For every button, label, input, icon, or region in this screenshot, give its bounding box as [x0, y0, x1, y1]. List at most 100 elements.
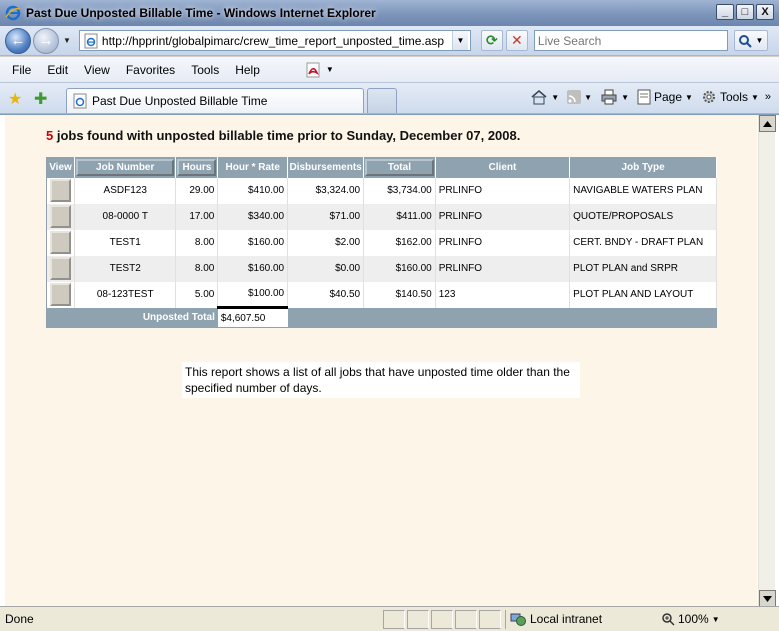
page-dropdown-icon: ▼	[685, 92, 693, 102]
print-button[interactable]: ▼	[598, 89, 631, 105]
search-button[interactable]: ▼	[733, 30, 768, 51]
col-job-type: Job Type	[569, 157, 717, 178]
job-number: 08-0000 T	[74, 203, 177, 230]
arrow-up-icon	[763, 120, 772, 127]
status-pane	[479, 609, 501, 629]
client: PRLINFO	[435, 203, 571, 230]
address-bar[interactable]: ▼	[78, 30, 471, 51]
feeds-button[interactable]: ▼	[565, 90, 594, 104]
view-cell	[46, 281, 75, 308]
hours: 29.00	[175, 177, 219, 204]
sort-total[interactable]: Total	[365, 159, 434, 177]
unposted-total-value: $4,607.50	[217, 306, 288, 328]
address-input[interactable]	[101, 33, 452, 48]
headline-text: jobs found with unposted billable time p…	[53, 128, 521, 143]
menu-favorites[interactable]: Favorites	[118, 63, 183, 77]
zoom-magnifier-icon	[662, 613, 675, 626]
menu-tools[interactable]: Tools	[183, 63, 227, 77]
add-favorite-icon[interactable]: ✚	[34, 89, 47, 109]
job-type: QUOTE/PROPOSALS	[569, 203, 717, 230]
tools-menu-button[interactable]: Tools ▼	[699, 89, 761, 105]
hours: 8.00	[175, 229, 219, 256]
report-headline: 5 jobs found with unposted billable time…	[46, 128, 520, 143]
job-type: NAVIGABLE WATERS PLAN	[569, 177, 717, 204]
tabs-bar: ★ ✚ Past Due Unposted Billable Time ▼ ▼	[0, 83, 779, 114]
arrow-down-icon	[763, 595, 772, 602]
disbursements: $2.00	[287, 229, 365, 256]
scroll-down-button[interactable]	[759, 590, 776, 607]
view-cell	[46, 255, 75, 282]
view-job-button[interactable]	[50, 257, 71, 280]
menu-help[interactable]: Help	[227, 63, 268, 77]
window-title: Past Due Unposted Billable Time - Window…	[26, 6, 376, 20]
back-button[interactable]: ←	[5, 27, 31, 54]
hour-rate: $160.00	[217, 229, 289, 256]
total: $3,734.00	[363, 177, 436, 204]
forward-arrow-icon: →	[38, 31, 54, 49]
menu-bar: File Edit View Favorites Tools Help ▼	[0, 57, 779, 83]
forward-button[interactable]: →	[33, 27, 59, 54]
scroll-up-button[interactable]	[759, 115, 776, 132]
home-icon	[531, 90, 547, 105]
close-button[interactable]: X	[756, 4, 774, 20]
internet-explorer-icon	[5, 5, 21, 21]
search-input[interactable]	[534, 31, 727, 50]
refresh-button[interactable]: ⟳	[480, 30, 503, 51]
tab-current[interactable]: Past Due Unposted Billable Time	[66, 88, 364, 113]
hour-rate: $340.00	[217, 203, 289, 230]
view-job-button[interactable]	[50, 283, 71, 306]
history-dropdown-icon[interactable]: ▼	[63, 36, 71, 45]
zoom-level: 100%	[678, 612, 709, 626]
back-arrow-icon: ←	[10, 31, 26, 49]
page-ie-icon	[84, 33, 98, 48]
tools-menu-label: Tools	[719, 90, 748, 104]
disbursements: $0.00	[287, 255, 365, 282]
status-pane	[431, 609, 453, 629]
col-hours[interactable]: Hours	[175, 157, 219, 178]
sort-job-number[interactable]: Job Number	[76, 159, 175, 177]
view-job-button[interactable]	[50, 231, 71, 254]
pdf-convert-button[interactable]: ▼	[304, 61, 334, 79]
minimize-button[interactable]: _	[716, 4, 734, 20]
favorites-star-icon[interactable]: ★	[8, 89, 22, 109]
home-button[interactable]: ▼	[528, 89, 561, 105]
command-bar: ▼ ▼ ▼ Page ▼ Tools ▼ »	[528, 89, 771, 105]
search-box[interactable]	[533, 30, 728, 51]
magnifier-icon	[739, 34, 753, 48]
hour-rate: $100.00	[217, 281, 289, 308]
client: PRLINFO	[435, 177, 571, 204]
window-title-bar: Past Due Unposted Billable Time - Window…	[0, 0, 779, 26]
job-type: CERT. BNDY - DRAFT PLAN	[569, 229, 717, 256]
zoom-control[interactable]: 100% ▼	[661, 612, 720, 626]
view-cell	[46, 203, 75, 230]
address-toolbar: ← → ▼ ▼ ⟳ ✕ ▼	[0, 26, 779, 56]
status-pane	[455, 609, 477, 629]
menu-view[interactable]: View	[76, 63, 118, 77]
job-number: 08-123TEST	[74, 281, 177, 308]
job-number: ASDF123	[74, 177, 177, 204]
col-disbursements: Disbursements	[287, 157, 365, 178]
chevron-more-icon[interactable]: »	[765, 91, 771, 103]
hour-rate: $410.00	[217, 177, 289, 204]
maximize-button[interactable]: □	[736, 4, 754, 20]
vertical-scrollbar[interactable]	[758, 115, 776, 607]
page-menu-label: Page	[653, 90, 683, 104]
page-menu-button[interactable]: Page ▼	[635, 89, 695, 105]
disbursements: $40.50	[287, 281, 365, 308]
job-type: PLOT PLAN and SRPR	[569, 255, 717, 282]
col-job-number[interactable]: Job Number	[74, 157, 177, 178]
new-tab-button[interactable]	[367, 88, 397, 113]
menu-edit[interactable]: Edit	[39, 63, 76, 77]
view-job-button[interactable]	[50, 205, 71, 228]
stop-button[interactable]: ✕	[505, 30, 528, 51]
unposted-time-table: View Job Number Hours Hour * Rate Disbur…	[46, 157, 717, 328]
menu-file[interactable]: File	[4, 63, 39, 77]
security-zone[interactable]: Local intranet	[505, 609, 655, 629]
hour-rate: $160.00	[217, 255, 289, 282]
col-client: Client	[435, 157, 571, 178]
col-total[interactable]: Total	[363, 157, 436, 178]
address-dropdown-icon[interactable]: ▼	[451, 31, 468, 50]
sort-hours[interactable]: Hours	[177, 159, 217, 177]
view-job-button[interactable]	[50, 179, 71, 202]
search-options-dropdown-icon: ▼	[755, 36, 764, 45]
